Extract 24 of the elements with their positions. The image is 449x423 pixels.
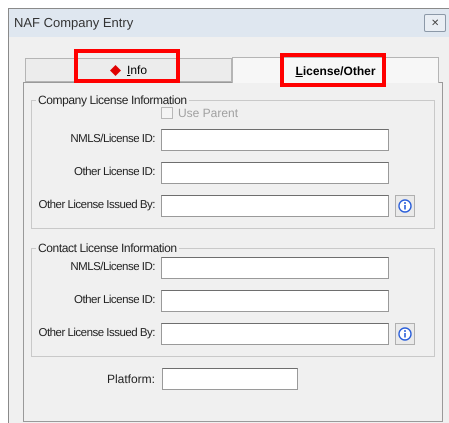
input-field[interactable] xyxy=(161,195,389,217)
field-label: NMLS/License ID: xyxy=(69,132,155,148)
input-field[interactable] xyxy=(161,323,389,345)
info-icon xyxy=(398,327,412,341)
close-button[interactable]: ✕ xyxy=(424,14,446,32)
field-label: Other License ID: xyxy=(73,165,155,180)
group-title: Contact License Information xyxy=(37,240,178,257)
field-label: NMLS/License ID: xyxy=(69,260,155,276)
tab[interactable]: Info xyxy=(25,58,232,82)
window-title: NAF Company Entry xyxy=(14,14,134,32)
input-field[interactable] xyxy=(161,290,389,312)
field-label: Platform: xyxy=(106,371,155,388)
field-label: Other License ID: xyxy=(73,293,155,308)
diamond-icon xyxy=(110,64,121,76)
tab[interactable]: License/Other xyxy=(232,57,439,83)
field-label: Other License Issued By: xyxy=(38,326,155,342)
input-field[interactable] xyxy=(161,129,389,151)
platform-field[interactable] xyxy=(162,368,298,390)
info-button[interactable] xyxy=(395,195,415,217)
info-icon xyxy=(398,199,412,213)
info-button[interactable] xyxy=(395,323,415,345)
input-field[interactable] xyxy=(161,257,389,279)
field-label: Other License Issued By: xyxy=(38,198,155,214)
input-field[interactable] xyxy=(161,162,389,184)
